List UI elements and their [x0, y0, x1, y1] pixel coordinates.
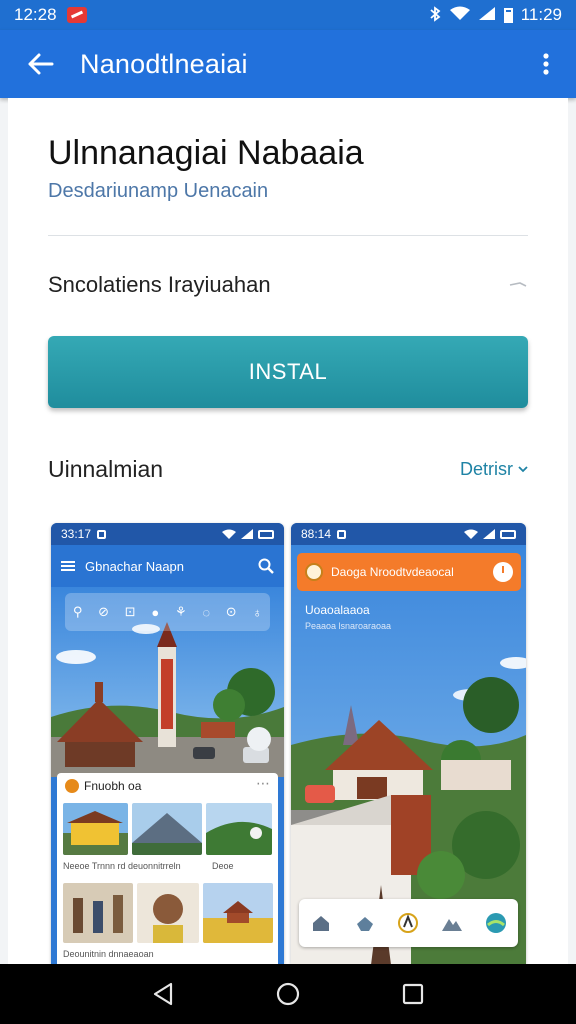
details-link[interactable]: Detrisr: [460, 459, 528, 480]
mini-app-bar: Gbnachar Naapn: [51, 545, 284, 587]
mini-notif-icon: [337, 529, 347, 539]
globe-icon[interactable]: [485, 912, 507, 934]
divider: [48, 235, 528, 236]
system-nav-bar: [0, 964, 576, 1024]
chip-icon[interactable]: ◌: [202, 605, 210, 620]
content-feed: Fnuobh oa ⋯ Neeoe Trnnn rd deuonnitrreln…: [57, 773, 278, 964]
compass-icon[interactable]: [397, 912, 419, 934]
notification-icon: [66, 7, 87, 23]
chip-icon[interactable]: ⊙: [226, 604, 237, 620]
feed-logo-icon: [65, 779, 79, 793]
app-bar-title: Nanodtlneaiai: [80, 48, 248, 79]
mini-status-bar: 33:17: [51, 523, 284, 545]
info-row-label: Sncolatiens Irayiuahan: [48, 272, 271, 297]
chip-icon[interactable]: ⊘: [98, 604, 109, 620]
square-recents-icon: [403, 983, 424, 1005]
thumbnail[interactable]: [63, 803, 128, 855]
screenshot-title: Uoaoalaaoa: [305, 603, 370, 617]
screenshot-subtitle: Peaaoa lsnaroaraoaa: [305, 621, 392, 631]
developer-link[interactable]: Desdariunamp Uenacain: [48, 180, 268, 203]
nav-recents-button[interactable]: [393, 974, 433, 1014]
mini-signal-icon: [483, 529, 495, 539]
mini-battery-icon: [500, 529, 516, 539]
back-button[interactable]: [0, 30, 80, 98]
circle-home-icon: [276, 982, 300, 1006]
screenshots-title: Uinnalmian: [48, 455, 164, 482]
mini-status-time: 88:14: [301, 527, 332, 541]
mini-wifi-icon: [222, 529, 236, 539]
app-screen: 12:28 11:29 Nanodtlneaiai Ulnnanagiai Na…: [0, 0, 576, 1024]
landmark-icon[interactable]: [441, 912, 463, 934]
overflow-menu-button[interactable]: [516, 30, 576, 98]
more-horiz-icon[interactable]: ⋯: [256, 775, 270, 792]
triangle-back-icon: [153, 982, 172, 1006]
mini-bar-title: Gbnachar Naapn: [85, 558, 185, 574]
mini-notif-icon: [97, 529, 107, 539]
signal-icon: [478, 6, 496, 24]
screenshots-header: Uinnalmian Detrisr: [48, 454, 528, 484]
status-bar: 12:28 11:29: [0, 0, 576, 30]
nav-back-button[interactable]: [143, 974, 183, 1014]
menu-icon: [61, 561, 75, 571]
home-icon[interactable]: [310, 912, 332, 934]
thumbnail-caption: Deounitnin dnnaeaoan: [63, 949, 154, 959]
category-chips: ⚲ ⊘ ⊡ ● ⚘ ◌ ⊙ ♁: [65, 593, 270, 631]
chip-icon[interactable]: ●: [151, 605, 159, 620]
app-details-card: Ulnnanagiai Nabaaia Desdariunamp Uenacai…: [8, 98, 568, 964]
more-vert-icon: [543, 53, 549, 75]
details-label: Detrisr: [460, 458, 513, 479]
mini-signal-icon: [241, 529, 253, 539]
battery-icon: [503, 7, 513, 23]
info-row[interactable]: Sncolatiens Irayiuahan: [48, 270, 528, 300]
arrow-right-icon: [508, 276, 528, 294]
install-button[interactable]: INSTAL: [48, 336, 528, 408]
app-screenshot-2[interactable]: 88:14 Daoga Nroodtvdeaocal Uoaoalaaoa Pe…: [291, 523, 526, 964]
chevron-down-icon: [518, 466, 528, 473]
arrow-left-icon: [28, 53, 54, 75]
app-name: Ulnnanagiai Nabaaia: [48, 134, 364, 172]
explore-icon[interactable]: [354, 912, 376, 934]
thumbnail[interactable]: [63, 883, 133, 943]
thumbnail-caption: Neeoe Trnnn rd deuonnitrreln: [63, 861, 181, 871]
status-time-right: 11:29: [520, 5, 562, 24]
thumbnail[interactable]: [206, 803, 272, 855]
nav-home-button[interactable]: [268, 974, 308, 1014]
app-bar: Nanodtlneaiai: [0, 30, 576, 98]
feed-header: Fnuobh oa: [65, 779, 141, 793]
mini-wifi-icon: [464, 529, 478, 539]
chip-icon[interactable]: ⚲: [73, 604, 83, 620]
chip-icon[interactable]: ⚘: [175, 604, 187, 620]
clock-icon: [493, 562, 513, 582]
wifi-icon: [449, 6, 470, 24]
app-screenshot-1[interactable]: 33:17 Gbnachar Naapn ⚲ ⊘ ⊡ ● ⚘ ◌ ⊙ ♁ Fnu…: [51, 523, 284, 964]
thumbnail[interactable]: [203, 883, 273, 943]
bluetooth-icon: [428, 5, 442, 25]
mini-battery-icon: [258, 529, 274, 539]
search-icon: [258, 558, 274, 574]
banner-text: Daoga Nroodtvdeaocal: [331, 565, 454, 579]
chip-icon[interactable]: ♁: [252, 605, 262, 620]
chip-icon[interactable]: ⊡: [125, 604, 136, 620]
thumbnail[interactable]: [132, 803, 202, 855]
mini-status-time: 33:17: [61, 527, 92, 541]
banner-logo-icon: [305, 563, 323, 581]
thumbnail[interactable]: [137, 883, 199, 943]
feed-title: Fnuobh oa: [84, 779, 142, 793]
mini-status-bar: 88:14: [291, 523, 526, 545]
notification-banner[interactable]: Daoga Nroodtvdeaocal: [297, 553, 521, 591]
status-time-left: 12:28: [14, 5, 57, 24]
mini-bottom-nav: [299, 899, 518, 947]
thumbnail-caption: Deoe: [212, 861, 234, 871]
